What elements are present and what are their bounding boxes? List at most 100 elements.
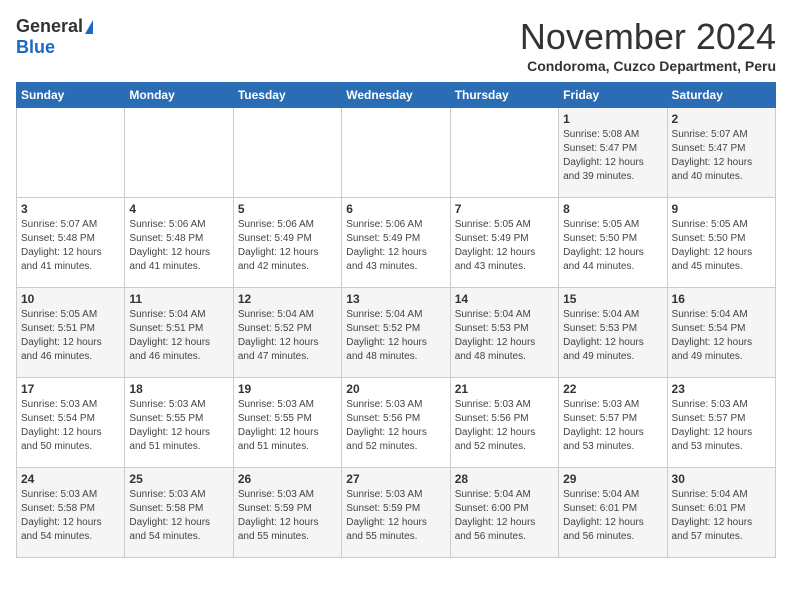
day-info: Sunrise: 5:04 AM Sunset: 6:01 PM Dayligh… (672, 488, 771, 544)
calendar-cell: 3 Sunrise: 5:07 AM Sunset: 5:48 PM Daylig… (17, 198, 125, 288)
day-info: Sunrise: 5:06 AM Sunset: 5:48 PM Dayligh… (129, 218, 228, 274)
calendar-cell: 1Sunrise: 5:08 AM Sunset: 5:47 PM Daylig… (559, 108, 667, 198)
calendar-cell: 17Sunrise: 5:03 AM Sunset: 5:54 PM Dayli… (17, 378, 125, 468)
calendar-table: SundayMondayTuesdayWednesdayThursdayFrid… (16, 82, 776, 558)
day-header-tuesday: Tuesday (233, 83, 341, 108)
calendar-cell: 23Sunrise: 5:03 AM Sunset: 5:57 PM Dayli… (667, 378, 775, 468)
day-header-wednesday: Wednesday (342, 83, 450, 108)
calendar-week-row: 1Sunrise: 5:08 AM Sunset: 5:47 PM Daylig… (17, 108, 776, 198)
calendar-cell: 30 Sunrise: 5:04 AM Sunset: 6:01 PM Dayli… (667, 468, 775, 558)
day-number: 17 (21, 382, 120, 396)
calendar-cell: 7 Sunrise: 5:05 AM Sunset: 5:49 PM Daylig… (450, 198, 558, 288)
day-number: 22 (563, 382, 662, 396)
day-header-friday: Friday (559, 83, 667, 108)
logo-triangle-icon (85, 20, 93, 34)
day-info: Sunrise: 5:03 AM Sunset: 5:56 PM Dayligh… (346, 398, 445, 454)
title-block: November 2024 Condoroma, Cuzco Departmen… (520, 16, 776, 74)
calendar-cell: 14 Sunrise: 5:04 AM Sunset: 5:53 PM Dayli… (450, 288, 558, 378)
calendar-cell: 6 Sunrise: 5:06 AM Sunset: 5:49 PM Daylig… (342, 198, 450, 288)
day-number: 14 (455, 292, 554, 306)
day-number: 1 (563, 112, 662, 126)
day-info: Sunrise: 5:04 AM Sunset: 6:00 PM Dayligh… (455, 488, 554, 544)
day-number: 7 (455, 202, 554, 216)
calendar-cell: 12 Sunrise: 5:04 AM Sunset: 5:52 PM Dayli… (233, 288, 341, 378)
day-header-monday: Monday (125, 83, 233, 108)
day-number: 2 (672, 112, 771, 126)
calendar-week-row: 10Sunrise: 5:05 AM Sunset: 5:51 PM Dayli… (17, 288, 776, 378)
day-info: Sunrise: 5:04 AM Sunset: 5:53 PM Dayligh… (455, 308, 554, 364)
day-info: Sunrise: 5:05 AM Sunset: 5:50 PM Dayligh… (563, 218, 662, 274)
day-number: 19 (238, 382, 337, 396)
day-info: Sunrise: 5:05 AM Sunset: 5:49 PM Dayligh… (455, 218, 554, 274)
calendar-cell: 4Sunrise: 5:06 AM Sunset: 5:48 PM Daylig… (125, 198, 233, 288)
day-number: 8 (563, 202, 662, 216)
calendar-cell: 13Sunrise: 5:04 AM Sunset: 5:52 PM Dayli… (342, 288, 450, 378)
day-number: 18 (129, 382, 228, 396)
day-info: Sunrise: 5:03 AM Sunset: 5:55 PM Dayligh… (129, 398, 228, 454)
day-number: 6 (346, 202, 445, 216)
day-info: Sunrise: 5:06 AM Sunset: 5:49 PM Dayligh… (238, 218, 337, 274)
day-number: 23 (672, 382, 771, 396)
day-info: Sunrise: 5:04 AM Sunset: 5:51 PM Dayligh… (129, 308, 228, 364)
calendar-cell: 10Sunrise: 5:05 AM Sunset: 5:51 PM Dayli… (17, 288, 125, 378)
calendar-week-row: 3 Sunrise: 5:07 AM Sunset: 5:48 PM Daylig… (17, 198, 776, 288)
day-number: 24 (21, 472, 120, 486)
calendar-header-row: SundayMondayTuesdayWednesdayThursdayFrid… (17, 83, 776, 108)
day-info: Sunrise: 5:03 AM Sunset: 5:59 PM Dayligh… (346, 488, 445, 544)
calendar-cell: 27 Sunrise: 5:03 AM Sunset: 5:59 PM Dayli… (342, 468, 450, 558)
calendar-cell: 26 Sunrise: 5:03 AM Sunset: 5:59 PM Dayli… (233, 468, 341, 558)
day-number: 28 (455, 472, 554, 486)
day-info: Sunrise: 5:06 AM Sunset: 5:49 PM Dayligh… (346, 218, 445, 274)
day-number: 27 (346, 472, 445, 486)
page-header: General Blue November 2024 Condoroma, Cu… (16, 16, 776, 74)
day-info: Sunrise: 5:03 AM Sunset: 5:58 PM Dayligh… (129, 488, 228, 544)
day-info: Sunrise: 5:04 AM Sunset: 6:01 PM Dayligh… (563, 488, 662, 544)
day-number: 12 (238, 292, 337, 306)
day-info: Sunrise: 5:04 AM Sunset: 5:52 PM Dayligh… (238, 308, 337, 364)
calendar-cell: 20 Sunrise: 5:03 AM Sunset: 5:56 PM Dayli… (342, 378, 450, 468)
day-number: 10 (21, 292, 120, 306)
day-info: Sunrise: 5:04 AM Sunset: 5:52 PM Dayligh… (346, 308, 445, 364)
day-info: Sunrise: 5:07 AM Sunset: 5:47 PM Dayligh… (672, 128, 771, 184)
calendar-cell (17, 108, 125, 198)
calendar-cell: 5Sunrise: 5:06 AM Sunset: 5:49 PM Daylig… (233, 198, 341, 288)
day-number: 26 (238, 472, 337, 486)
location: Condoroma, Cuzco Department, Peru (520, 58, 776, 74)
day-info: Sunrise: 5:04 AM Sunset: 5:53 PM Dayligh… (563, 308, 662, 364)
day-number: 11 (129, 292, 228, 306)
day-info: Sunrise: 5:03 AM Sunset: 5:56 PM Dayligh… (455, 398, 554, 454)
day-number: 3 (21, 202, 120, 216)
day-header-sunday: Sunday (17, 83, 125, 108)
calendar-cell (233, 108, 341, 198)
calendar-cell: 16 Sunrise: 5:04 AM Sunset: 5:54 PM Dayli… (667, 288, 775, 378)
day-number: 29 (563, 472, 662, 486)
day-info: Sunrise: 5:03 AM Sunset: 5:58 PM Dayligh… (21, 488, 120, 544)
calendar-cell: 29 Sunrise: 5:04 AM Sunset: 6:01 PM Dayli… (559, 468, 667, 558)
day-number: 9 (672, 202, 771, 216)
day-number: 15 (563, 292, 662, 306)
logo: General Blue (16, 16, 93, 58)
day-number: 16 (672, 292, 771, 306)
calendar-cell: 2 Sunrise: 5:07 AM Sunset: 5:47 PM Daylig… (667, 108, 775, 198)
calendar-cell: 28 Sunrise: 5:04 AM Sunset: 6:00 PM Dayli… (450, 468, 558, 558)
calendar-cell (125, 108, 233, 198)
day-info: Sunrise: 5:03 AM Sunset: 5:59 PM Dayligh… (238, 488, 337, 544)
calendar-cell (342, 108, 450, 198)
calendar-cell: 25 Sunrise: 5:03 AM Sunset: 5:58 PM Dayli… (125, 468, 233, 558)
day-number: 21 (455, 382, 554, 396)
day-info: Sunrise: 5:03 AM Sunset: 5:57 PM Dayligh… (563, 398, 662, 454)
day-header-thursday: Thursday (450, 83, 558, 108)
logo-general-text: General (16, 16, 83, 37)
day-number: 30 (672, 472, 771, 486)
day-info: Sunrise: 5:07 AM Sunset: 5:48 PM Dayligh… (21, 218, 120, 274)
day-number: 25 (129, 472, 228, 486)
calendar-week-row: 24 Sunrise: 5:03 AM Sunset: 5:58 PM Dayli… (17, 468, 776, 558)
day-number: 20 (346, 382, 445, 396)
calendar-cell: 9Sunrise: 5:05 AM Sunset: 5:50 PM Daylig… (667, 198, 775, 288)
logo-blue-text: Blue (16, 37, 55, 58)
calendar-cell: 15 Sunrise: 5:04 AM Sunset: 5:53 PM Dayli… (559, 288, 667, 378)
day-header-saturday: Saturday (667, 83, 775, 108)
calendar-cell: 18 Sunrise: 5:03 AM Sunset: 5:55 PM Dayli… (125, 378, 233, 468)
calendar-cell (450, 108, 558, 198)
day-info: Sunrise: 5:04 AM Sunset: 5:54 PM Dayligh… (672, 308, 771, 364)
